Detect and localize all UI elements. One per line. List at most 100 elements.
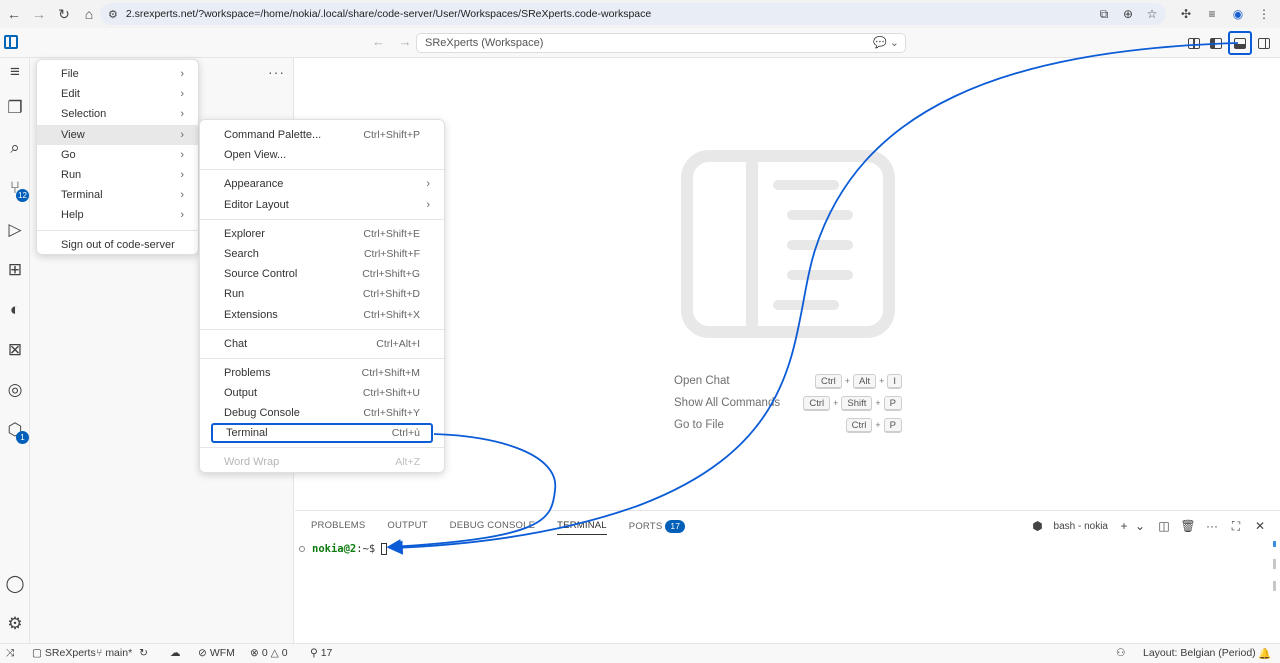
search-icon[interactable]: ⌕	[3, 136, 27, 160]
maximize-panel-icon[interactable]: ⛶	[1228, 518, 1244, 534]
nav-forward-icon[interactable]: →	[399, 34, 412, 49]
status-keyboard-layout[interactable]: Layout: Belgian (Period)	[1143, 647, 1256, 659]
profile-icon[interactable]: ◉	[1228, 4, 1248, 24]
view-item-appearance[interactable]: Appearance ›	[200, 174, 444, 194]
view-item-debug-console[interactable]: Debug Console Ctrl+Shift+Y	[200, 403, 444, 423]
source-control-icon[interactable]: ⑂ 12	[3, 176, 29, 202]
cloud-sync-icon[interactable]: ☁	[170, 647, 181, 659]
menu-item-help[interactable]: Help ›	[37, 205, 198, 225]
toggle-primary-sidebar-icon[interactable]	[1206, 33, 1226, 53]
shortcut-show-all-commands[interactable]: Show All Commands Ctrl + Shift + P	[674, 394, 904, 416]
terminal-name[interactable]: bash - nokia	[1054, 521, 1108, 532]
view-item-terminal[interactable]: Terminal Ctrl+ù	[211, 423, 433, 444]
menu-item-go[interactable]: Go ›	[37, 145, 198, 165]
menu-item-sign-out[interactable]: Sign out of code-server	[37, 235, 198, 255]
chevron-right-icon: ›	[426, 198, 430, 211]
view-item-run[interactable]: Run Ctrl+Shift+D	[200, 284, 444, 304]
sync-icon[interactable]: ↻	[139, 647, 148, 659]
split-terminal-icon[interactable]: ◫	[1156, 518, 1172, 534]
settings-gear-icon[interactable]: ⚙	[3, 612, 27, 636]
view-item-open-view[interactable]: Open View...	[200, 145, 444, 165]
tab-terminal[interactable]: TERMINAL	[557, 520, 607, 535]
error-icon: ⊗	[250, 647, 259, 659]
forward-icon[interactable]: →	[28, 3, 50, 25]
status-branch[interactable]: ⑂ main* ↻	[96, 647, 148, 659]
menu-item-view[interactable]: View ›	[37, 124, 198, 145]
back-icon[interactable]: ←	[3, 3, 25, 25]
tab-output[interactable]: OUTPUT	[387, 520, 427, 535]
remote-explorer-icon[interactable]: ◐	[3, 298, 27, 322]
customize-layout-icon[interactable]	[1184, 33, 1204, 53]
view-submenu: Command Palette... Ctrl+Shift+P Open View…	[199, 119, 445, 473]
ports-icon: ⚲	[310, 647, 318, 659]
explorer-icon[interactable]: ❐	[3, 96, 27, 120]
prompt-user: nokia@2	[312, 543, 357, 555]
toggle-panel-icon[interactable]	[1228, 31, 1252, 55]
chevron-right-icon: ›	[180, 88, 184, 101]
extensions-icon[interactable]: ⊞	[3, 258, 27, 282]
tab-problems[interactable]: PROBLEMS	[311, 520, 365, 535]
menu-separator	[200, 328, 444, 330]
view-item-source-control[interactable]: Source Control Ctrl+Shift+G	[200, 264, 444, 284]
nav-back-icon[interactable]: ←	[372, 34, 385, 49]
terminal-dropdown-icon[interactable]: ⌄	[1132, 518, 1148, 534]
panel-more-icon[interactable]: ···	[1204, 518, 1220, 534]
home-icon[interactable]: ⌂	[78, 3, 100, 25]
branch-icon: ⑂	[96, 647, 103, 659]
remote-indicator-icon[interactable]: ⤨	[6, 647, 14, 660]
menu-hamburger-icon[interactable]: ≡	[3, 60, 27, 84]
terminal-prompt[interactable]: nokia@2 :~$	[299, 543, 388, 555]
copilot-icon[interactable]: ⚇	[1116, 647, 1125, 659]
shortcut-go-to-file[interactable]: Go to File Ctrl + P	[674, 416, 904, 438]
menu-item-selection[interactable]: Selection ›	[37, 104, 198, 124]
menu-item-run[interactable]: Run ›	[37, 165, 198, 185]
view-item-explorer[interactable]: Explorer Ctrl+Shift+E	[200, 224, 444, 244]
browser-menu-icon[interactable]: ⋮	[1254, 4, 1274, 24]
view-item-output[interactable]: Output Ctrl+Shift+U	[200, 383, 444, 403]
notifications-bell-icon[interactable]: 🔔	[1258, 647, 1271, 660]
view-item-editor-layout[interactable]: Editor Layout ›	[200, 195, 444, 215]
status-workspace[interactable]: ▢ SReXperts	[32, 647, 96, 659]
sidebar-more-actions-icon[interactable]: ···	[268, 64, 285, 80]
close-panel-icon[interactable]: ✕	[1252, 518, 1268, 534]
shortcut-open-chat[interactable]: Open Chat Ctrl + Alt + I	[674, 372, 904, 394]
menu-item-terminal[interactable]: Terminal ›	[37, 185, 198, 205]
command-center-label: SReXperts (Workspace)	[425, 37, 544, 49]
terminal-scrollbar[interactable]	[1273, 541, 1276, 603]
status-problems[interactable]: ⊗ 0 △ 0	[250, 647, 288, 659]
site-info-icon[interactable]: ⚙	[108, 8, 118, 21]
application-menu: File › Edit › Selection › View › Go › Run › Te…	[36, 59, 199, 255]
url-text: 2.srexperts.net/?workspace=/home/nokia/.…	[125, 8, 652, 20]
run-debug-icon[interactable]: ▷	[3, 218, 27, 242]
command-center[interactable]: SReXperts (Workspace) 💬 ⌄	[416, 33, 906, 53]
view-item-search[interactable]: Search Ctrl+Shift+F	[200, 244, 444, 264]
status-ports[interactable]: ⚲ 17	[310, 647, 332, 659]
toggle-secondary-sidebar-icon[interactable]	[1254, 33, 1274, 53]
view-item-command-palette[interactable]: Command Palette... Ctrl+Shift+P	[200, 125, 444, 145]
chat-dropdown-icon[interactable]: 💬 ⌄	[873, 34, 899, 52]
extensions-puzzle-icon[interactable]: ✣	[1176, 4, 1196, 24]
tab-debug-console[interactable]: DEBUG CONSOLE	[450, 520, 535, 535]
kill-terminal-icon[interactable]: 🗑	[1180, 518, 1196, 534]
install-app-icon[interactable]: ⧉	[1094, 4, 1114, 24]
activity-bar: ≡ ❐ ⌕ ⑂ 12 ▷ ⊞ ◐ ⊠ ◎ ⬡ 1 ◯ ⚙	[0, 58, 30, 643]
view-item-chat[interactable]: Chat Ctrl+Alt+I	[200, 334, 444, 354]
address-bar[interactable]: ⚙ 2.srexperts.net/?workspace=/home/nokia…	[100, 3, 1166, 25]
menu-item-file[interactable]: File ›	[37, 64, 198, 84]
view-item-extensions[interactable]: Extensions Ctrl+Shift+X	[200, 305, 444, 325]
menu-item-edit[interactable]: Edit ›	[37, 84, 198, 104]
tab-ports[interactable]: PORTS 17	[629, 520, 686, 535]
wfm-icon: ⊘	[198, 647, 207, 659]
zoom-icon[interactable]: ⊕	[1118, 4, 1138, 24]
reload-icon[interactable]: ↻	[53, 3, 75, 25]
new-terminal-icon[interactable]: +	[1116, 518, 1132, 534]
extension-badge: 1	[16, 431, 29, 444]
bookmark-star-icon[interactable]: ☆	[1142, 4, 1162, 24]
account-icon[interactable]: ◯	[3, 572, 27, 596]
view-item-problems[interactable]: Problems Ctrl+Shift+M	[200, 363, 444, 383]
containerlab-icon[interactable]: ⬡ 1	[3, 418, 29, 444]
timeline-icon[interactable]: ◎	[3, 378, 27, 402]
reading-list-icon[interactable]: ≡	[1202, 4, 1222, 24]
testing-icon[interactable]: ⊠	[3, 338, 27, 362]
status-wfm[interactable]: ⊘ WFM	[198, 647, 235, 659]
